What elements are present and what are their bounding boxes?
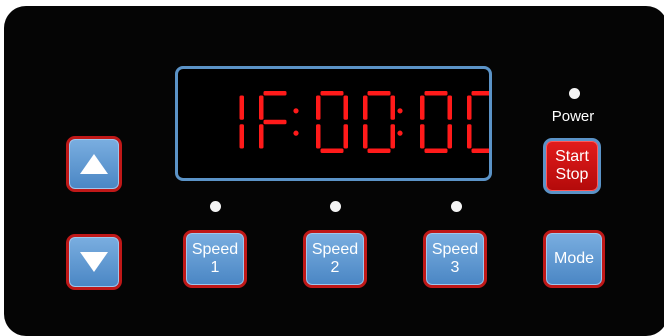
segment-b <box>343 95 348 120</box>
segment-c <box>390 124 395 149</box>
segment-d <box>320 148 344 153</box>
power-led <box>569 88 580 99</box>
up-button[interactable] <box>66 136 122 192</box>
segment-f <box>467 95 472 120</box>
speed1-led <box>210 201 221 212</box>
segment-a <box>320 91 344 96</box>
down-arrow-icon <box>80 252 108 272</box>
segment-a <box>424 91 448 96</box>
segment-a <box>367 91 391 96</box>
start-stop-button[interactable]: Start Stop <box>543 138 601 194</box>
start-label: Start <box>555 148 589 165</box>
speed2-button[interactable]: Speed 2 <box>303 230 367 288</box>
segment-c <box>239 124 244 149</box>
segment-a <box>471 91 489 96</box>
mode-button[interactable]: Mode <box>543 230 605 288</box>
colon-dot <box>293 130 299 136</box>
speed2-number: 2 <box>330 259 340 276</box>
segment-b <box>447 95 452 120</box>
power-label: Power <box>551 108 595 125</box>
segment-f <box>259 95 264 120</box>
up-arrow-icon <box>80 154 108 174</box>
segment-e <box>467 124 472 149</box>
speed3-led <box>451 201 462 212</box>
segment-d <box>424 148 448 153</box>
digit-2: F <box>259 91 287 149</box>
colon-dot <box>397 130 403 136</box>
speed3-number: 3 <box>450 259 460 276</box>
segment-c <box>447 124 452 149</box>
segment-f <box>316 95 321 120</box>
segment-d <box>471 148 489 153</box>
segment-b <box>239 95 244 120</box>
segment-e <box>420 124 425 149</box>
stop-label: Stop <box>555 166 589 183</box>
segment-e <box>316 124 321 149</box>
mode-label: Mode <box>553 250 595 267</box>
digit-4: 0 <box>363 91 395 153</box>
digit-3: 0 <box>316 91 348 153</box>
down-button[interactable] <box>66 234 122 290</box>
speed1-label: Speed <box>191 241 239 258</box>
speed2-led <box>330 201 341 212</box>
colon-dot <box>293 108 299 114</box>
speed2-label: Speed <box>311 241 359 258</box>
digit-5: 0 <box>420 91 452 153</box>
segment-e <box>259 124 264 149</box>
speed1-button[interactable]: Speed 1 <box>183 230 247 288</box>
speed3-label: Speed <box>431 241 479 258</box>
segment-g <box>263 119 287 125</box>
segment-b <box>390 95 395 120</box>
speed1-number: 1 <box>210 259 220 276</box>
segment-a <box>263 91 287 96</box>
segment-e <box>363 124 368 149</box>
speed3-button[interactable]: Speed 3 <box>423 230 487 288</box>
segment-c <box>343 124 348 149</box>
colon-dot <box>397 108 403 114</box>
segment-d <box>367 148 391 153</box>
digit-1: 1 <box>239 95 244 149</box>
digit-6: 0 <box>467 91 489 153</box>
segment-display: 1F0000 <box>175 66 492 181</box>
segment-f <box>363 95 368 120</box>
segment-f <box>420 95 425 120</box>
segment-digits: 1F0000 <box>239 91 489 153</box>
